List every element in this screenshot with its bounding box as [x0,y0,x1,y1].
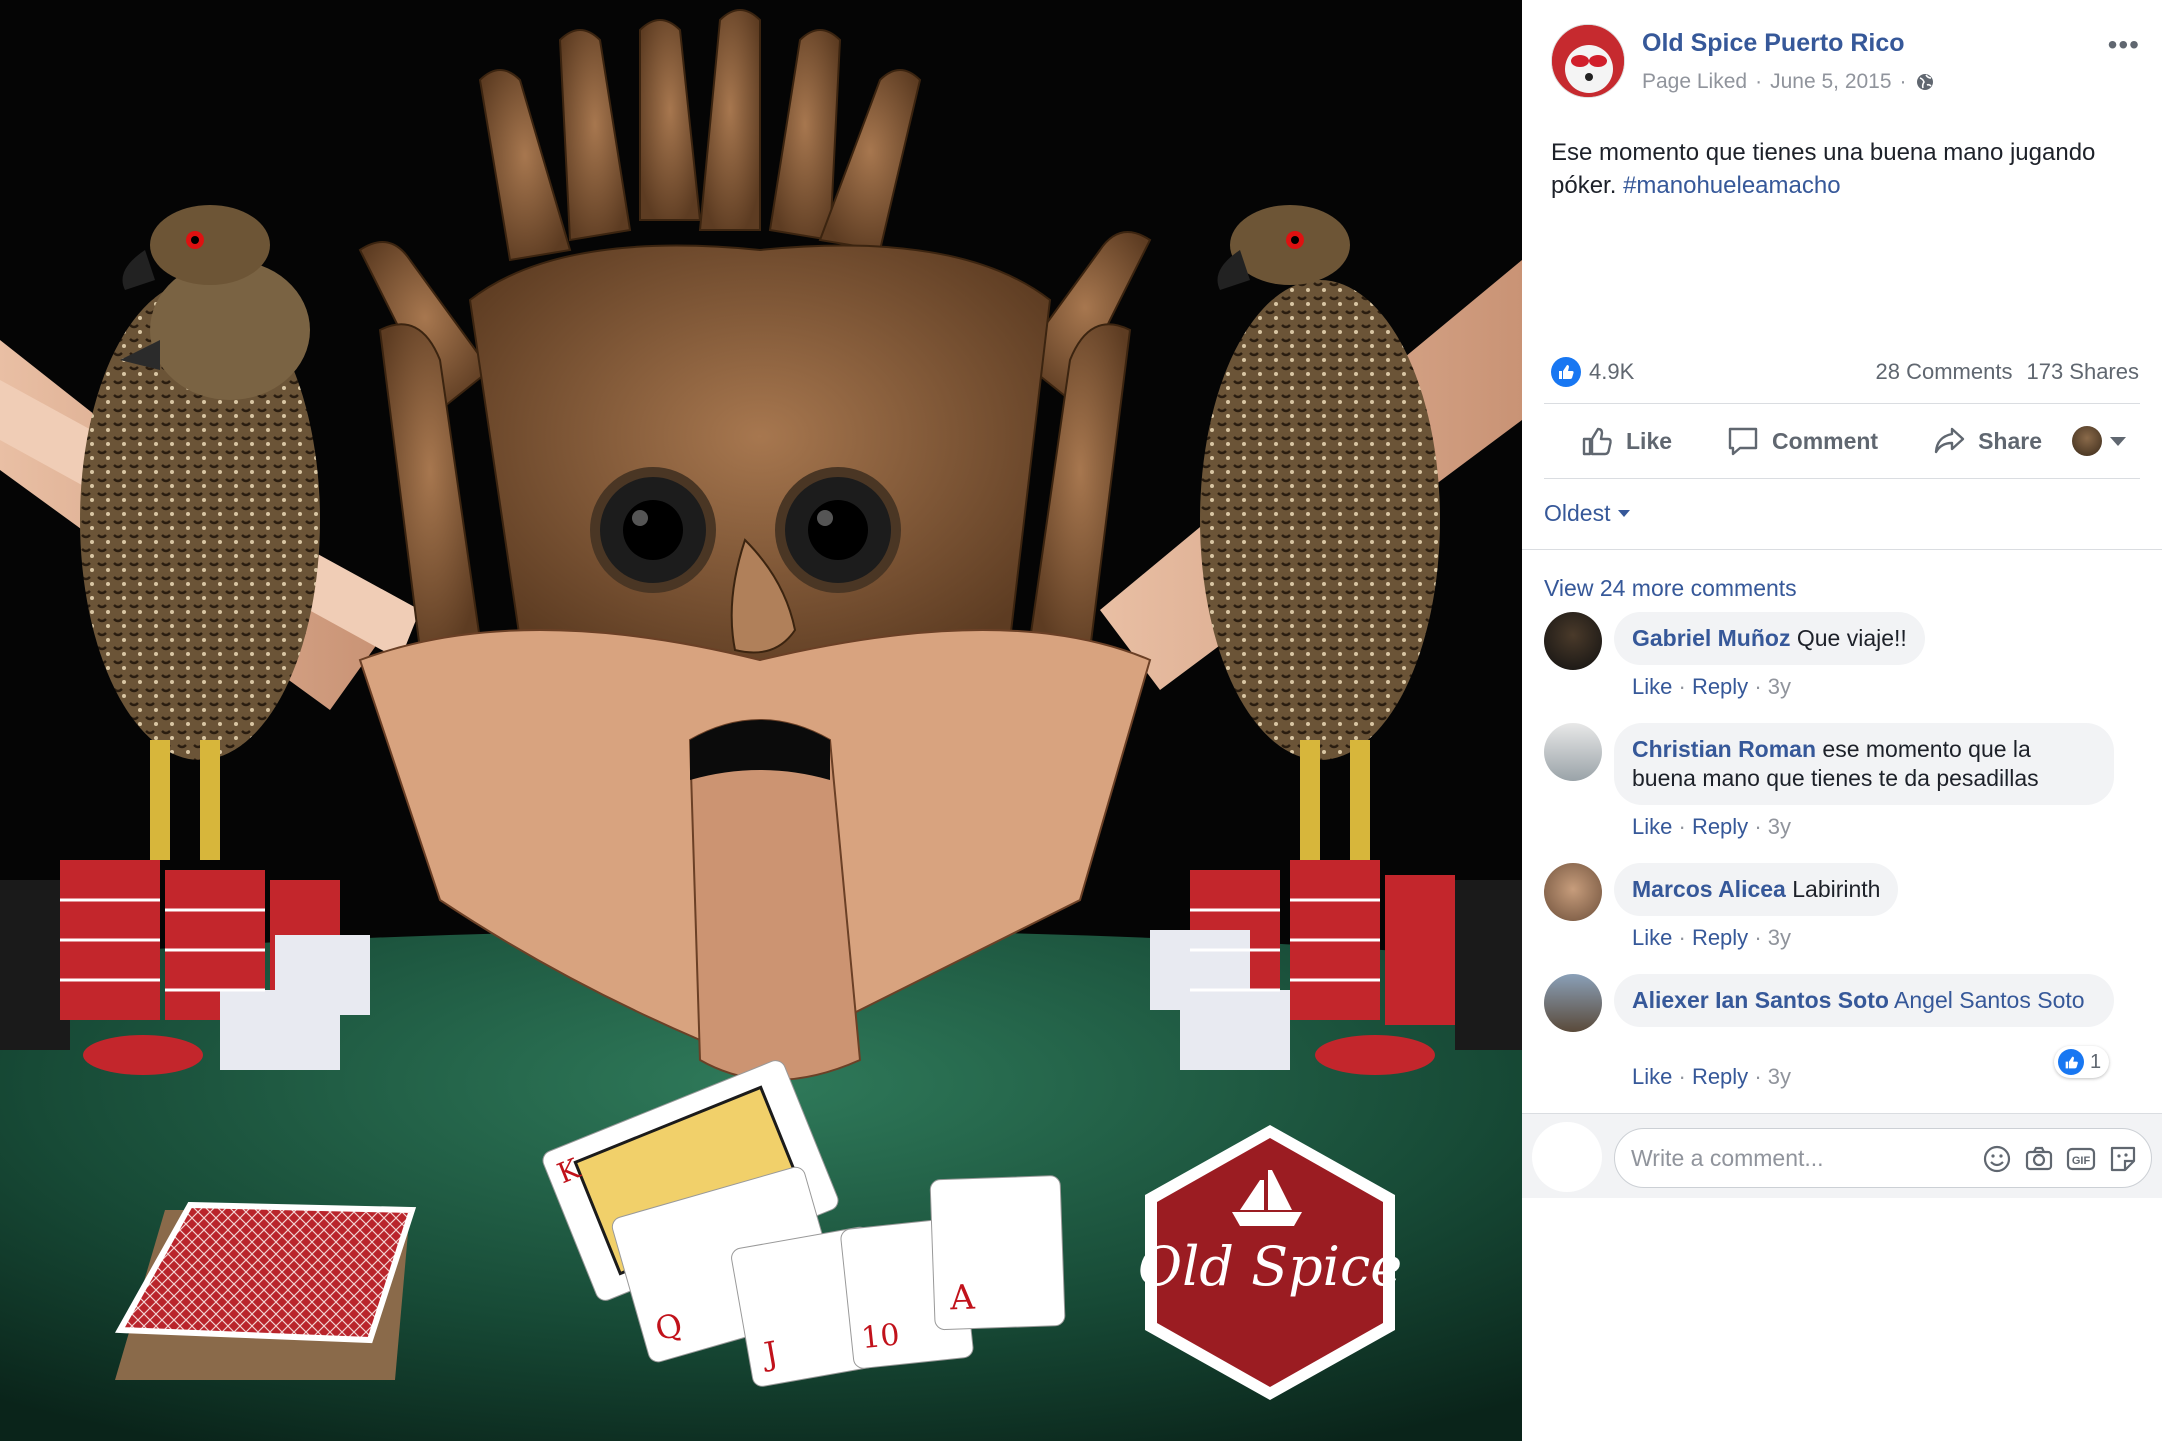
current-user-avatar [1532,1122,1602,1192]
post-date[interactable]: June 5, 2015 [1770,70,1891,94]
hashtag-link[interactable]: #manohueleamacho [1623,172,1841,199]
share-arrow-icon [1934,427,1965,454]
camera-icon[interactable] [2023,1143,2055,1175]
separator: · [1754,674,1762,699]
comment-reactions[interactable]: 1 [2054,1046,2110,1078]
composer-tools: GIF [1981,1129,2139,1189]
share-label: Share [1978,427,2043,454]
comment-label: Comment [1772,427,1879,454]
thumbs-up-icon [1582,427,1612,456]
post-stats: 4.9K 28 Comments 173 Shares [1551,354,2139,390]
comment-author[interactable]: Christian Roman [1632,736,1816,762]
comment-reply-link[interactable]: Reply [1692,674,1748,699]
comment-like-link[interactable]: Like [1632,925,1672,950]
comment-bubble: Aliexer Ian Santos Soto Angel Santos Sot… [1614,974,2114,1027]
separator: · [1678,814,1686,839]
comment-reply-link[interactable]: Reply [1692,1064,1748,1089]
post-meta: Page Liked · June 5, 2015 · [1642,70,1935,94]
chevron-down-icon [1618,510,1631,517]
shares-count[interactable]: 173 Shares [2026,359,2139,385]
sticker-icon[interactable] [2107,1143,2139,1175]
commenter-avatar[interactable] [1544,863,1602,921]
comment-reply-link[interactable]: Reply [1692,925,1748,950]
comment-actions: Like · Reply · 3y [1632,674,1791,700]
comment-age[interactable]: 3y [1768,1064,1791,1089]
gif-icon[interactable]: GIF [2065,1143,2097,1175]
separator: · [1678,925,1686,950]
sort-label: Oldest [1544,500,1611,526]
comment-actions: Like · Reply · 3y [1632,1064,1791,1090]
divider [1522,549,2162,550]
reaction-count: 1 [2090,1050,2102,1073]
separator: · [1754,1064,1762,1089]
post-photo[interactable]: K Q J 10 A Old Spice [0,0,1522,1441]
comments-count[interactable]: 28 Comments [1876,359,2013,385]
like-reaction-icon[interactable] [1551,357,1581,387]
page-avatar[interactable] [1551,24,1625,98]
comment-age[interactable]: 3y [1768,814,1791,839]
comment-bubble: Marcos Alicea Labirinth [1614,863,1899,916]
separator: · [1678,1064,1686,1089]
gif-label: GIF [2072,1155,2091,1167]
comment-like-link[interactable]: Like [1632,1064,1672,1089]
comment-author[interactable]: Gabriel Muñoz [1632,625,1790,651]
like-label: Like [1626,427,1673,454]
post-side-panel: Old Spice Puerto Rico Page Liked · June … [1522,0,2162,1441]
commenter-avatar[interactable] [1544,723,1602,781]
share-button[interactable]: Share [1932,424,2042,458]
comment-placeholder: Write a comment... [1631,1144,1824,1171]
comment-actions: Like · Reply · 3y [1632,814,1791,840]
user-avatar [2072,426,2102,456]
card-rank-a: A [948,1278,975,1319]
chevron-down-icon [2110,436,2126,446]
meta-separator: · [1899,70,1907,93]
comment-age[interactable]: 3y [1768,925,1791,950]
tagged-user-link[interactable]: Angel Santos Soto [1894,987,2085,1013]
separator: · [1754,925,1762,950]
comment-composer: Write a comment... GIF [1522,1113,2162,1198]
comment-text: Labirinth [1792,876,1881,902]
page-liked-label: Page Liked [1642,70,1748,93]
commenter-avatar[interactable] [1544,612,1602,670]
comment-input[interactable]: Write a comment... GIF [1614,1128,2152,1188]
post-as-selector[interactable] [2072,426,2126,456]
separator: · [1754,814,1762,839]
like-reaction-icon [2058,1049,2084,1075]
post-header: Old Spice Puerto Rico Page Liked · June … [1522,0,2162,120]
comment-author[interactable]: Marcos Alicea [1632,876,1786,902]
card-rank-10: 10 [860,1317,902,1356]
comment-reply-link[interactable]: Reply [1692,814,1748,839]
emoji-icon[interactable] [1981,1143,2013,1175]
post-text: Ese momento que tienes una buena mano ju… [1551,136,2131,202]
commenter-avatar[interactable] [1544,974,1602,1032]
comment-bubble: Christian Roman ese momento que la buena… [1614,723,2114,805]
separator: · [1678,674,1686,699]
view-more-comments-link[interactable]: View 24 more comments [1544,575,1797,602]
speech-bubble-icon [1728,427,1758,456]
comment-button[interactable]: Comment [1726,424,1878,458]
reactions-count[interactable]: 4.9K [1589,359,1634,385]
comment-like-link[interactable]: Like [1632,674,1672,699]
comment-author[interactable]: Aliexer Ian Santos Soto [1632,987,1889,1013]
page-name-link[interactable]: Old Spice Puerto Rico [1642,29,1905,58]
like-button[interactable]: Like [1580,424,1672,458]
comment-actions: Like · Reply · 3y [1632,925,1791,951]
logo-text: Old Spice [1138,1235,1402,1298]
globe-icon[interactable] [1915,72,1935,92]
comment-text: Que viaje!! [1796,625,1907,651]
comment-like-link[interactable]: Like [1632,814,1672,839]
comment-sort-dropdown[interactable]: Oldest [1544,500,1631,527]
meta-separator: · [1755,70,1763,93]
post-actions-bar: Like Comment Share [1544,403,2140,479]
more-options-icon[interactable]: ••• [2108,31,2140,59]
comment-age[interactable]: 3y [1768,674,1791,699]
comment-bubble: Gabriel Muñoz Que viaje!! [1614,612,1925,665]
